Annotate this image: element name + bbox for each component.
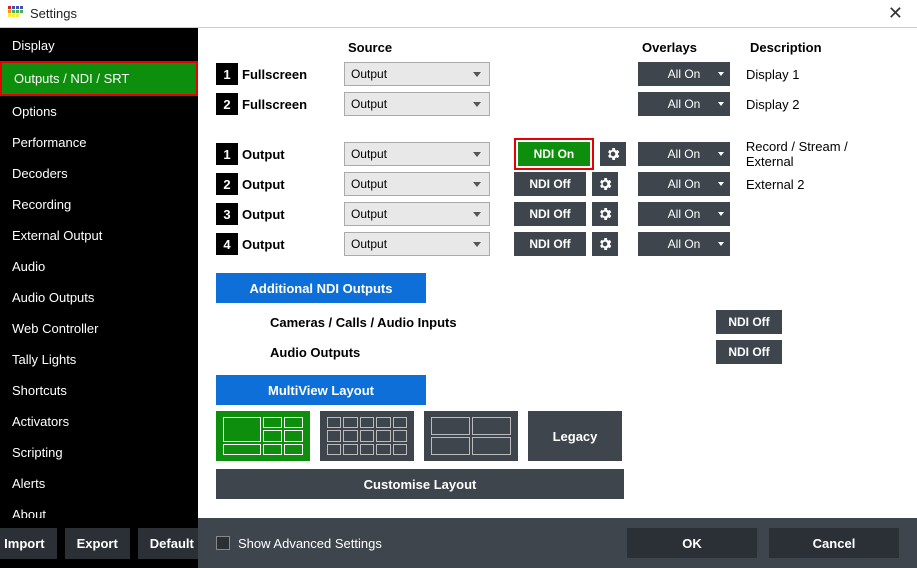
additional-ndi-row: Audio Outputs NDI Off bbox=[270, 339, 899, 365]
sidebar-item-audio-outputs[interactable]: Audio Outputs bbox=[0, 282, 198, 313]
sidebar-item-recording[interactable]: Recording bbox=[0, 189, 198, 220]
default-button[interactable]: Default bbox=[138, 528, 206, 559]
sidebar-item-audio[interactable]: Audio bbox=[0, 251, 198, 282]
row-label: Output bbox=[242, 147, 344, 162]
sidebar-item-tally-lights[interactable]: Tally Lights bbox=[0, 344, 198, 375]
source-dropdown[interactable]: Output bbox=[344, 232, 490, 256]
additional-ndi-label: Cameras / Calls / Audio Inputs bbox=[270, 315, 510, 330]
multiview-options: Legacy bbox=[216, 411, 899, 461]
footer: Import Export Default Show Advanced Sett… bbox=[0, 518, 917, 568]
gear-icon[interactable] bbox=[600, 142, 626, 166]
sidebar-item-shortcuts[interactable]: Shortcuts bbox=[0, 375, 198, 406]
row-label: Output bbox=[242, 177, 344, 192]
source-dropdown[interactable]: Output bbox=[344, 142, 490, 166]
sidebar-item-display[interactable]: Display bbox=[0, 30, 198, 61]
sidebar-item-options[interactable]: Options bbox=[0, 96, 198, 127]
multiview-layout-header: MultiView Layout bbox=[216, 375, 426, 405]
sidebar: DisplayOutputs / NDI / SRTOptionsPerform… bbox=[0, 28, 198, 518]
row-number: 2 bbox=[216, 93, 238, 115]
overlays-dropdown[interactable]: All On bbox=[638, 202, 730, 226]
overlays-dropdown[interactable]: All On bbox=[638, 172, 730, 196]
overlays-dropdown[interactable]: All On bbox=[638, 62, 730, 86]
import-button[interactable]: Import bbox=[0, 528, 57, 559]
description-text: Record / Stream / External bbox=[746, 139, 899, 169]
ndi-toggle[interactable]: NDI Off bbox=[514, 202, 586, 226]
content-pane: Source Overlays Description 1 Fullscreen… bbox=[198, 28, 917, 518]
row-number: 2 bbox=[216, 173, 238, 195]
output-row: 2 Output Output NDI Off All On External … bbox=[216, 171, 899, 197]
multiview-option-2[interactable] bbox=[320, 411, 414, 461]
source-dropdown[interactable]: Output bbox=[344, 172, 490, 196]
row-number: 1 bbox=[216, 143, 238, 165]
description-text: Display 2 bbox=[746, 97, 799, 112]
column-headers: Source Overlays Description bbox=[216, 40, 899, 55]
sidebar-item-outputs-ndi-srt[interactable]: Outputs / NDI / SRT bbox=[0, 61, 198, 96]
output-row: 3 Output Output NDI Off All On bbox=[216, 201, 899, 227]
multiview-option-3[interactable] bbox=[424, 411, 518, 461]
ndi-toggle[interactable]: NDI Off bbox=[716, 340, 782, 364]
ndi-toggle[interactable]: NDI On bbox=[518, 142, 590, 166]
additional-ndi-outputs-button[interactable]: Additional NDI Outputs bbox=[216, 273, 426, 303]
gear-icon[interactable] bbox=[592, 172, 618, 196]
multiview-option-legacy[interactable]: Legacy bbox=[528, 411, 622, 461]
output-row: 1 Output Output NDI On All On Record / S… bbox=[216, 141, 899, 167]
cancel-button[interactable]: Cancel bbox=[769, 528, 899, 558]
window-title: Settings bbox=[30, 6, 882, 21]
row-label: Output bbox=[242, 237, 344, 252]
sidebar-item-activators[interactable]: Activators bbox=[0, 406, 198, 437]
sidebar-item-scripting[interactable]: Scripting bbox=[0, 437, 198, 468]
output-row: 4 Output Output NDI Off All On bbox=[216, 231, 899, 257]
ndi-toggle[interactable]: NDI Off bbox=[514, 232, 586, 256]
row-number: 3 bbox=[216, 203, 238, 225]
fullscreen-row: 1 Fullscreen Output All On Display 1 bbox=[216, 61, 899, 87]
sidebar-item-decoders[interactable]: Decoders bbox=[0, 158, 198, 189]
source-dropdown[interactable]: Output bbox=[344, 92, 490, 116]
source-dropdown[interactable]: Output bbox=[344, 202, 490, 226]
row-number: 1 bbox=[216, 63, 238, 85]
fullscreen-row: 2 Fullscreen Output All On Display 2 bbox=[216, 91, 899, 117]
additional-ndi-row: Cameras / Calls / Audio Inputs NDI Off bbox=[270, 309, 899, 335]
app-logo bbox=[8, 6, 24, 22]
overlays-dropdown[interactable]: All On bbox=[638, 92, 730, 116]
sidebar-item-external-output[interactable]: External Output bbox=[0, 220, 198, 251]
show-advanced-label: Show Advanced Settings bbox=[238, 536, 382, 551]
description-text: Display 1 bbox=[746, 67, 799, 82]
sidebar-item-alerts[interactable]: Alerts bbox=[0, 468, 198, 499]
row-label: Output bbox=[242, 207, 344, 222]
header-source: Source bbox=[348, 40, 518, 55]
ok-button[interactable]: OK bbox=[627, 528, 757, 558]
titlebar: Settings ✕ bbox=[0, 0, 917, 28]
sidebar-item-web-controller[interactable]: Web Controller bbox=[0, 313, 198, 344]
gear-icon[interactable] bbox=[592, 232, 618, 256]
header-description: Description bbox=[750, 40, 899, 55]
customise-layout-button[interactable]: Customise Layout bbox=[216, 469, 624, 499]
ndi-highlight: NDI On bbox=[514, 138, 594, 170]
close-icon[interactable]: ✕ bbox=[882, 3, 909, 24]
show-advanced-checkbox[interactable] bbox=[216, 536, 230, 550]
overlays-dropdown[interactable]: All On bbox=[638, 142, 730, 166]
overlays-dropdown[interactable]: All On bbox=[638, 232, 730, 256]
row-number: 4 bbox=[216, 233, 238, 255]
ndi-toggle[interactable]: NDI Off bbox=[716, 310, 782, 334]
additional-ndi-label: Audio Outputs bbox=[270, 345, 510, 360]
source-dropdown[interactable]: Output bbox=[344, 62, 490, 86]
row-label: Fullscreen bbox=[242, 97, 344, 112]
description-text: External 2 bbox=[746, 177, 805, 192]
sidebar-item-performance[interactable]: Performance bbox=[0, 127, 198, 158]
multiview-option-1[interactable] bbox=[216, 411, 310, 461]
export-button[interactable]: Export bbox=[65, 528, 130, 559]
row-label: Fullscreen bbox=[242, 67, 344, 82]
gear-icon[interactable] bbox=[592, 202, 618, 226]
ndi-toggle[interactable]: NDI Off bbox=[514, 172, 586, 196]
header-overlays: Overlays bbox=[642, 40, 750, 55]
